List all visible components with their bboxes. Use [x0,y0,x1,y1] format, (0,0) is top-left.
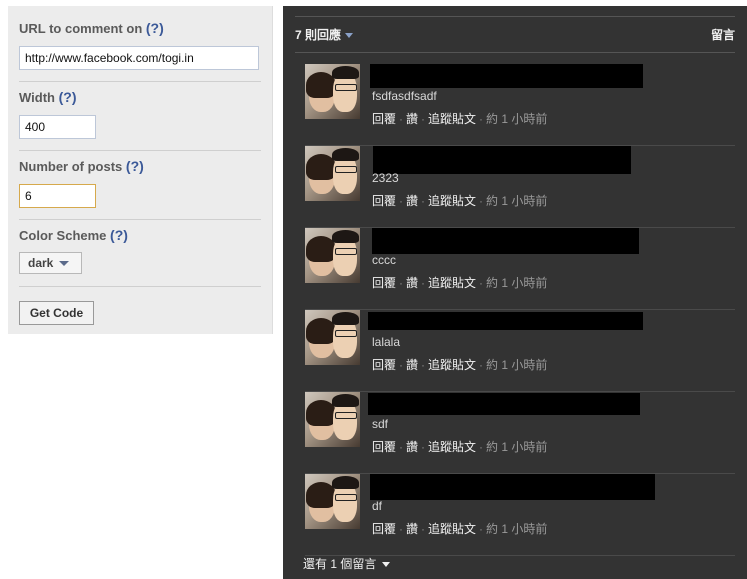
chevron-down-icon [59,261,70,267]
separator [19,150,261,151]
separator [19,81,261,82]
like-link[interactable]: 讚 [406,112,418,126]
header-divider [295,52,735,53]
width-help-link[interactable]: (?) [59,89,77,105]
url-field-group: URL to comment on (?) [19,20,261,70]
comment-actions: 回覆 · 讚 · 追蹤貼文 · 約 1 小時前 [372,194,548,208]
scheme-field-group: Color Scheme (?) [19,227,261,243]
plugin-config-panel: URL to comment on (?) Width (?) Number o… [8,6,273,334]
avatar[interactable] [305,146,360,201]
comment-timestamp: 約 1 小時前 [486,276,548,290]
comment-text: 2323 [372,171,399,185]
comment-item: fsdfasdfsadf 回覆 · 讚 · 追蹤貼文 · 約 1 小時前 [305,64,735,146]
chevron-down-icon [382,562,391,568]
like-link[interactable]: 讚 [406,440,418,454]
comment-text: lalala [372,335,401,349]
comment-text: fsdfasdfsadf [372,89,437,103]
follow-post-link[interactable]: 追蹤貼文 [428,522,476,536]
comment-actions: 回覆 · 讚 · 追蹤貼文 · 約 1 小時前 [372,112,548,126]
like-link[interactable]: 讚 [406,358,418,372]
avatar[interactable] [305,392,360,447]
width-input[interactable] [19,115,96,139]
follow-post-link[interactable]: 追蹤貼文 [428,194,476,208]
comment-text: cccc [372,253,396,267]
avatar[interactable] [305,310,360,365]
comment-count-dropdown[interactable]: 7 則回應 [295,28,354,42]
follow-post-link[interactable]: 追蹤貼文 [428,276,476,290]
reply-link[interactable]: 回覆 [372,194,396,208]
chevron-down-icon [345,33,354,39]
like-link[interactable]: 讚 [406,276,418,290]
color-scheme-select[interactable]: dark [19,252,82,274]
separator [19,219,261,220]
posts-input[interactable] [19,184,96,208]
url-input[interactable] [19,46,259,70]
posts-label: Number of posts (?) [19,158,144,174]
comments-header: 7 則回應 留言 [295,26,735,52]
scheme-help-link[interactable]: (?) [110,227,128,243]
reply-link[interactable]: 回覆 [372,440,396,454]
comments-plugin: 7 則回應 留言 fsdfasdfsadf 回覆 · 讚 · 追蹤貼文 · 約 1 小時前 … [283,6,747,579]
width-label: Width (?) [19,89,77,105]
comment-timestamp: 約 1 小時前 [486,112,548,126]
like-link[interactable]: 讚 [406,194,418,208]
comment-actions: 回覆 · 讚 · 追蹤貼文 · 約 1 小時前 [372,276,548,290]
redacted-name [370,64,643,88]
follow-post-link[interactable]: 追蹤貼文 [428,440,476,454]
redacted-name [372,228,639,254]
follow-post-link[interactable]: 追蹤貼文 [428,112,476,126]
comment-item: lalala 回覆 · 讚 · 追蹤貼文 · 約 1 小時前 [305,310,735,392]
avatar[interactable] [305,228,360,283]
reply-link[interactable]: 回覆 [372,276,396,290]
comment-timestamp: 約 1 小時前 [486,194,548,208]
redacted-name [370,474,655,500]
comment-timestamp: 約 1 小時前 [486,522,548,536]
comment-item: cccc 回覆 · 讚 · 追蹤貼文 · 約 1 小時前 [305,228,735,310]
comment-item: sdf 回覆 · 讚 · 追蹤貼文 · 約 1 小時前 [305,392,735,474]
separator [19,286,261,287]
top-border [295,16,735,17]
posts-field-group: Number of posts (?) [19,158,261,208]
scheme-label: Color Scheme (?) [19,227,128,243]
avatar[interactable] [305,64,360,119]
comment-timestamp: 約 1 小時前 [486,358,548,372]
post-comment-link[interactable]: 留言 [711,26,735,43]
redacted-name [373,146,631,174]
comment-item: 2323 回覆 · 讚 · 追蹤貼文 · 約 1 小時前 [305,146,735,228]
redacted-name [368,312,643,330]
more-comments-link[interactable]: 還有 1 個留言 [303,555,391,572]
reply-link[interactable]: 回覆 [372,112,396,126]
avatar[interactable] [305,474,360,529]
url-help-link[interactable]: (?) [146,20,164,36]
url-label: URL to comment on (?) [19,20,164,36]
comment-actions: 回覆 · 讚 · 追蹤貼文 · 約 1 小時前 [372,522,548,536]
get-code-button[interactable]: Get Code [19,301,94,325]
reply-link[interactable]: 回覆 [372,522,396,536]
follow-post-link[interactable]: 追蹤貼文 [428,358,476,372]
comment-actions: 回覆 · 讚 · 追蹤貼文 · 約 1 小時前 [372,358,548,372]
reply-link[interactable]: 回覆 [372,358,396,372]
comment-item: df 回覆 · 讚 · 追蹤貼文 · 約 1 小時前 [305,474,735,556]
comment-text: df [372,499,383,513]
width-field-group: Width (?) [19,89,261,139]
redacted-name [368,393,640,415]
comment-text: sdf [372,417,389,431]
posts-help-link[interactable]: (?) [126,158,144,174]
comment-actions: 回覆 · 讚 · 追蹤貼文 · 約 1 小時前 [372,440,548,454]
comment-timestamp: 約 1 小時前 [486,440,548,454]
like-link[interactable]: 讚 [406,522,418,536]
